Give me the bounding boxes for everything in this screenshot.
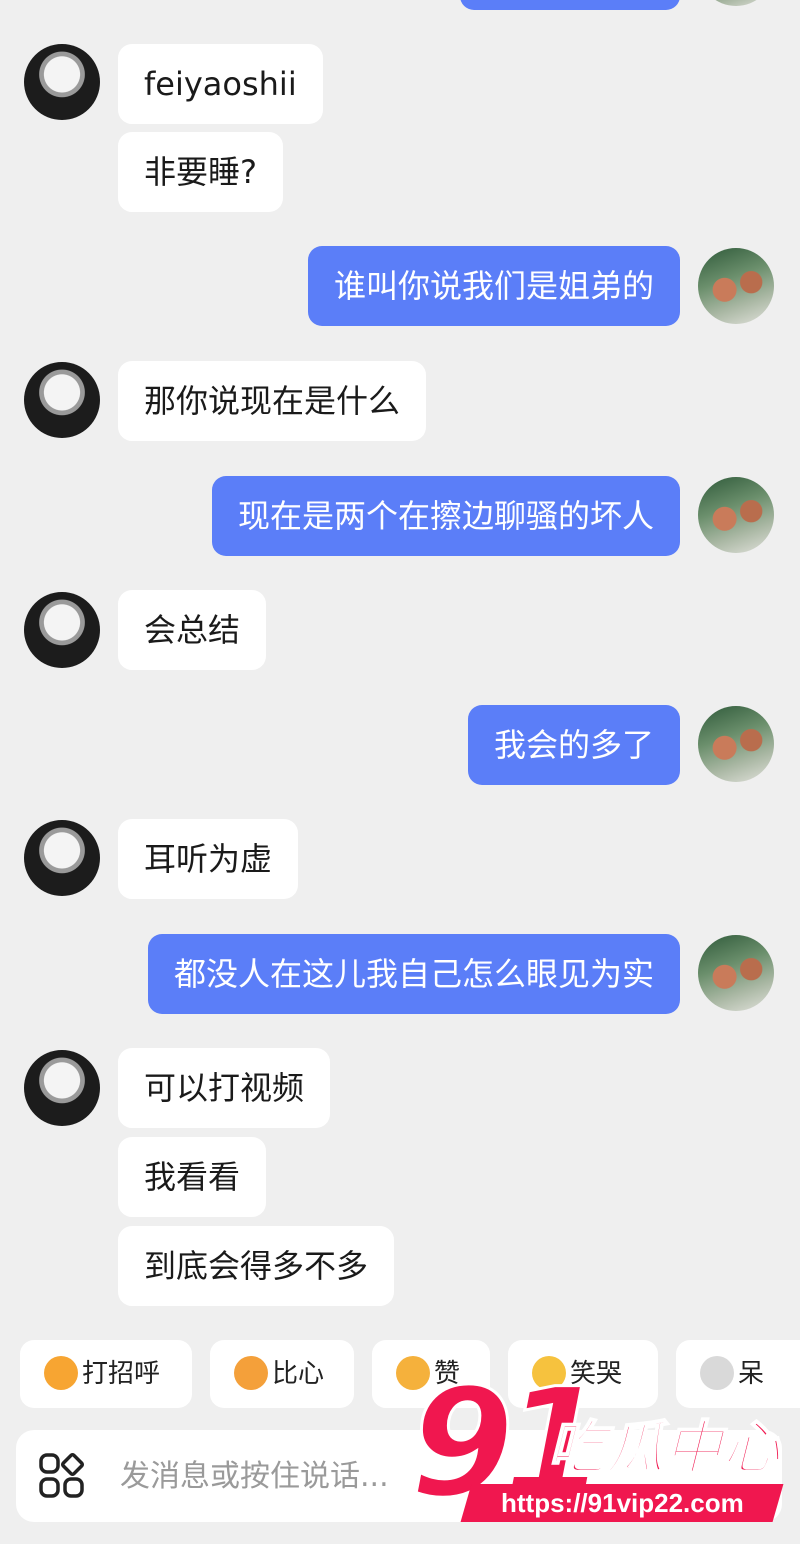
message-bubble-outgoing[interactable]: 都没人在这儿我自己怎么眼见为实 bbox=[147, 934, 680, 1014]
watermark-url-text: https://91vip22.com bbox=[500, 1488, 744, 1518]
message-bubble-incoming[interactable]: 到底会得多不多 bbox=[118, 1226, 395, 1306]
my-avatar[interactable] bbox=[698, 706, 774, 782]
contact-avatar[interactable] bbox=[24, 592, 100, 668]
message-bubble-outgoing[interactable]: 我会的多了 bbox=[467, 705, 680, 785]
watermark-name: 吃瓜中心 bbox=[547, 1414, 781, 1482]
message-bubble-incoming[interactable]: 那你说现在是什么 bbox=[118, 361, 427, 441]
watermark: 91 吃瓜中心 https://91vip22.com bbox=[400, 1363, 800, 1538]
contact-avatar[interactable] bbox=[24, 1050, 100, 1126]
apps-grid-icon[interactable] bbox=[38, 1452, 86, 1500]
my-avatar[interactable] bbox=[698, 935, 774, 1011]
quick-reply-heart[interactable]: 比心 bbox=[210, 1340, 354, 1408]
watermark-url: https://91vip22.com bbox=[460, 1484, 784, 1522]
quick-reply-label: 打招呼 bbox=[82, 1359, 161, 1389]
my-avatar[interactable] bbox=[698, 477, 774, 553]
message-bubble-outgoing[interactable]: 现在是两个在擦边聊骚的坏人 bbox=[211, 476, 680, 556]
smile-emoji-icon bbox=[44, 1355, 78, 1390]
quick-reply-greet[interactable]: 打招呼 bbox=[20, 1340, 192, 1408]
message-bubble-incoming[interactable]: 可以打视频 bbox=[118, 1048, 331, 1128]
chat-message-list[interactable]: feiyaoshii 非要睡? 谁叫你说我们是姐弟的 那你说现在是什么 现在是两… bbox=[0, 0, 800, 1330]
message-bubble-incoming[interactable]: 我看看 bbox=[118, 1137, 267, 1217]
heart-hands-emoji-icon bbox=[234, 1355, 268, 1390]
my-avatar-partial[interactable] bbox=[698, 0, 774, 6]
contact-avatar[interactable] bbox=[24, 44, 100, 120]
message-bubble-outgoing-partial bbox=[460, 0, 680, 10]
message-bubble-outgoing[interactable]: 谁叫你说我们是姐弟的 bbox=[307, 246, 680, 326]
message-bubble-incoming[interactable]: 耳听为虚 bbox=[118, 819, 299, 899]
contact-avatar[interactable] bbox=[24, 362, 100, 438]
message-bubble-incoming[interactable]: feiyaoshii bbox=[118, 44, 323, 124]
quick-reply-label: 比心 bbox=[272, 1359, 325, 1389]
message-bubble-incoming[interactable]: 非要睡? bbox=[118, 132, 283, 212]
message-bubble-incoming[interactable]: 会总结 bbox=[118, 590, 267, 670]
my-avatar[interactable] bbox=[698, 248, 774, 324]
contact-avatar[interactable] bbox=[24, 820, 100, 896]
